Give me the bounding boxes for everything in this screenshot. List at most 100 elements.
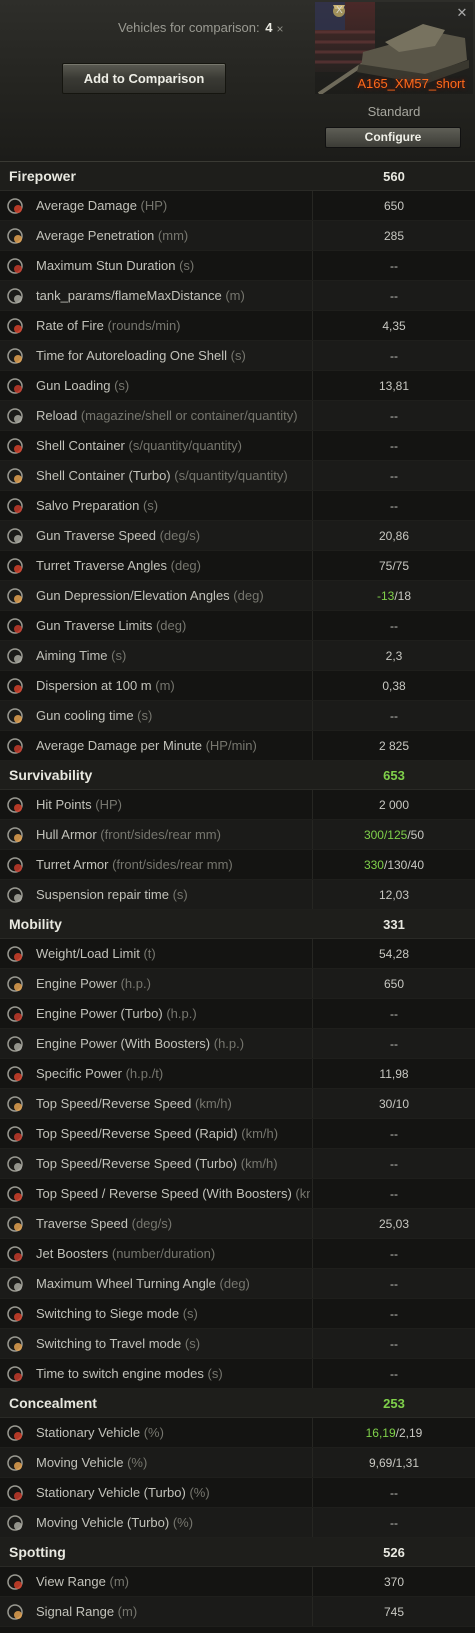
stat-row[interactable]: Hull Armor (front/sides/rear mm) 300/125/… bbox=[0, 820, 475, 850]
stat-label-text: Hit Points bbox=[36, 797, 96, 812]
stat-unit: (s) bbox=[114, 378, 130, 393]
section-score: 653 bbox=[383, 767, 405, 783]
stat-unit: (s) bbox=[111, 648, 127, 663]
stat-row[interactable]: View Range (m) 370 bbox=[0, 1567, 475, 1597]
stat-row[interactable]: Hit Points (HP) 2 000 bbox=[0, 790, 475, 820]
stat-row[interactable]: Gun Traverse Speed (deg/s) 20,86 bbox=[0, 521, 475, 551]
stat-row[interactable]: Maximum Stun Duration (s) -- bbox=[0, 251, 475, 281]
stat-row[interactable]: Salvo Preparation (s) -- bbox=[0, 491, 475, 521]
stat-row[interactable]: Signal Range (m) 745 bbox=[0, 1597, 475, 1627]
stat-value: -- bbox=[390, 1366, 398, 1381]
configure-button[interactable]: Configure bbox=[325, 127, 461, 148]
stat-row[interactable]: Average Damage per Minute (HP/min) 2 825 bbox=[0, 731, 475, 761]
stat-unit: (s) bbox=[142, 498, 159, 513]
stat-row[interactable]: Stationary Vehicle (%) 16,19/2,19 bbox=[0, 1418, 475, 1448]
stat-value: 2,3 bbox=[385, 648, 403, 663]
stat-row[interactable]: Gun Loading (s) 13,81 bbox=[0, 371, 475, 401]
engine-turbo-icon bbox=[7, 1005, 23, 1022]
stat-label: Switching to Travel mode (s) bbox=[36, 1336, 310, 1351]
stat-value: 13,81 bbox=[378, 378, 410, 393]
siege-mode-icon bbox=[7, 1305, 23, 1322]
clear-comparison-icon[interactable]: × bbox=[272, 21, 288, 37]
stat-label-text: Switching to Travel mode bbox=[36, 1336, 185, 1351]
stat-row[interactable]: Traverse Speed (deg/s) 25,03 bbox=[0, 1209, 475, 1239]
stat-row[interactable]: Dispersion at 100 m (m) 0,38 bbox=[0, 671, 475, 701]
stat-row[interactable]: Engine Power (h.p.) 650 bbox=[0, 969, 475, 999]
stat-row[interactable]: Moving Vehicle (%) 9,69/1,31 bbox=[0, 1448, 475, 1478]
add-to-comparison-button[interactable]: Add to Comparison bbox=[62, 63, 226, 94]
stat-row[interactable]: Shell Container (s/quantity/quantity) -- bbox=[0, 431, 475, 461]
stat-label-text: Turret Traverse Angles bbox=[36, 558, 171, 573]
stat-unit: (km/h) bbox=[195, 1096, 232, 1111]
section-title: Firepower bbox=[9, 168, 76, 184]
stat-label: Hull Armor (front/sides/rear mm) bbox=[36, 827, 310, 842]
suspension-repair-icon bbox=[7, 886, 23, 903]
stat-row[interactable]: Turret Traverse Angles (deg) 75/75 bbox=[0, 551, 475, 581]
stat-row[interactable]: Engine Power (Turbo) (h.p.) -- bbox=[0, 999, 475, 1029]
stat-row[interactable]: Gun cooling time (s) -- bbox=[0, 701, 475, 731]
stat-row[interactable]: Moving Vehicle (Turbo) (%) -- bbox=[0, 1508, 475, 1538]
stat-row[interactable]: Top Speed / Reverse Speed (With Boosters… bbox=[0, 1179, 475, 1209]
stat-value: -- bbox=[390, 1306, 398, 1321]
stat-row[interactable]: tank_params/flameMaxDistance (m) -- bbox=[0, 281, 475, 311]
stat-value: -13/18 bbox=[313, 589, 475, 603]
stat-value: 370 bbox=[383, 1574, 405, 1589]
stat-label-text: Gun Traverse Speed bbox=[36, 528, 160, 543]
stat-value: 30/10 bbox=[378, 1096, 410, 1111]
stat-unit: (HP) bbox=[140, 198, 168, 213]
section-title: Mobility bbox=[9, 916, 62, 932]
stat-value: -- bbox=[390, 1126, 398, 1141]
stat-row[interactable]: Reload (magazine/shell or container/quan… bbox=[0, 401, 475, 431]
stat-row[interactable]: Top Speed/Reverse Speed (Turbo) (km/h) -- bbox=[0, 1149, 475, 1179]
stat-value: -- bbox=[390, 1186, 398, 1201]
traverse-speed-icon bbox=[7, 1215, 23, 1232]
stat-unit: (s) bbox=[184, 1336, 201, 1351]
stat-row[interactable]: Gun Traverse Limits (deg) -- bbox=[0, 611, 475, 641]
stat-value: 650 bbox=[383, 198, 405, 213]
stat-row[interactable]: Switching to Travel mode (s) -- bbox=[0, 1329, 475, 1359]
speed-turbo-icon bbox=[7, 1155, 23, 1172]
stat-row[interactable]: Top Speed/Reverse Speed (km/h) 30/10 bbox=[0, 1089, 475, 1119]
stat-row[interactable]: Turret Armor (front/sides/rear mm) 330/13… bbox=[0, 850, 475, 880]
stat-label: Top Speed/Reverse Speed (Turbo) (km/h) bbox=[36, 1156, 310, 1171]
stat-row[interactable]: Suspension repair time (s) 12,03 bbox=[0, 880, 475, 910]
stat-row[interactable]: Specific Power (h.p./t) 11,98 bbox=[0, 1059, 475, 1089]
stat-value: 20,86 bbox=[378, 528, 410, 543]
stat-label: Signal Range (m) bbox=[36, 1604, 310, 1619]
stat-unit: (%) bbox=[143, 1425, 164, 1440]
stat-row[interactable]: Gun Depression/Elevation Angles (deg) -13… bbox=[0, 581, 475, 611]
stat-row[interactable]: Aiming Time (s) 2,3 bbox=[0, 641, 475, 671]
stat-label: Gun Depression/Elevation Angles (deg) bbox=[36, 588, 310, 603]
stat-value: 2 825 bbox=[378, 738, 410, 753]
stat-label: Top Speed/Reverse Speed (Rapid) (km/h) bbox=[36, 1126, 310, 1141]
stat-row[interactable]: Weight/Load Limit (t) 54,28 bbox=[0, 939, 475, 969]
stat-label-text: Turret Armor bbox=[36, 857, 113, 872]
stat-unit: (front/sides/rear mm) bbox=[112, 857, 233, 872]
stat-row[interactable]: Stationary Vehicle (Turbo) (%) -- bbox=[0, 1478, 475, 1508]
stat-label-text: Salvo Preparation bbox=[36, 498, 143, 513]
reload-icon bbox=[7, 407, 23, 424]
stat-row[interactable]: Jet Boosters (number/duration) -- bbox=[0, 1239, 475, 1269]
stat-row[interactable]: Engine Power (With Boosters) (h.p.) -- bbox=[0, 1029, 475, 1059]
stat-row[interactable]: Maximum Wheel Turning Angle (deg) -- bbox=[0, 1269, 475, 1299]
stat-value: -- bbox=[390, 1156, 398, 1171]
stat-label-text: Time to switch engine modes bbox=[36, 1366, 208, 1381]
remove-vehicle-icon[interactable]: ✕ bbox=[455, 6, 469, 20]
stat-label: tank_params/flameMaxDistance (m) bbox=[36, 288, 310, 303]
stat-row[interactable]: Switching to Siege mode (s) -- bbox=[0, 1299, 475, 1329]
stat-label-text: Engine Power bbox=[36, 976, 121, 991]
stat-row[interactable]: Time to switch engine modes (s) -- bbox=[0, 1359, 475, 1389]
stat-row[interactable]: Average Damage (HP) 650 bbox=[0, 191, 475, 221]
stat-label: Shell Container (Turbo) (s/quantity/quan… bbox=[36, 468, 310, 483]
stat-row[interactable]: Average Penetration (mm) 285 bbox=[0, 221, 475, 251]
stat-row[interactable]: Rate of Fire (rounds/min) 4,35 bbox=[0, 311, 475, 341]
stat-unit: (deg/s) bbox=[159, 528, 201, 543]
stat-row[interactable]: Time for Autoreloading One Shell (s) -- bbox=[0, 341, 475, 371]
stat-row[interactable]: Top Speed/Reverse Speed (Rapid) (km/h) -- bbox=[0, 1119, 475, 1149]
stat-row[interactable]: Shell Container (Turbo) (s/quantity/quan… bbox=[0, 461, 475, 491]
jet-boosters-icon bbox=[7, 1245, 23, 1262]
stat-unit: (%) bbox=[127, 1455, 148, 1470]
stat-label-text: Average Damage bbox=[36, 198, 141, 213]
stat-label-text: Dispersion at 100 m bbox=[36, 678, 156, 693]
stat-label: Turret Armor (front/sides/rear mm) bbox=[36, 857, 310, 872]
